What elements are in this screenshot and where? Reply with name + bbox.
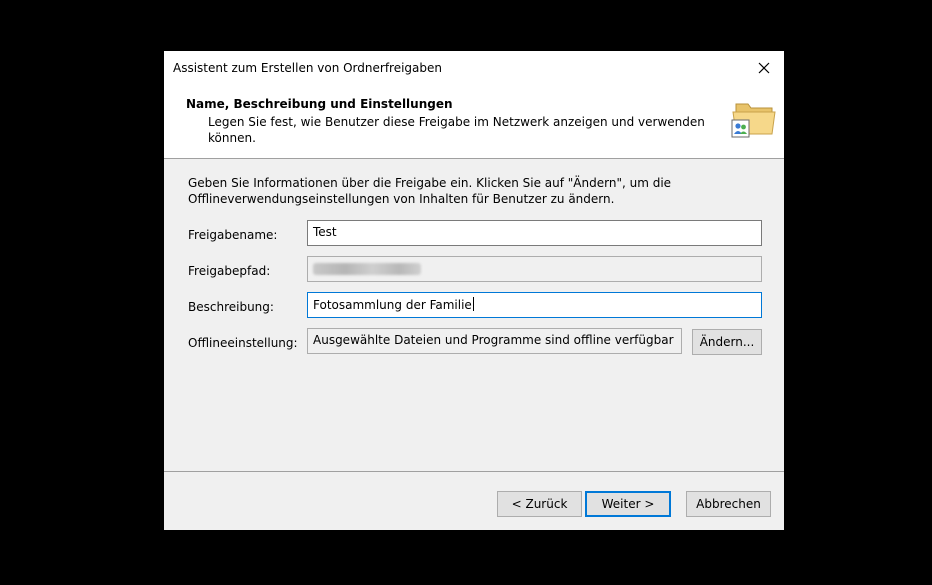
- offline-setting-field: Ausgewählte Dateien und Programme sind o…: [307, 328, 682, 354]
- share-path-label: Freigabepfad:: [188, 264, 271, 278]
- share-wizard-dialog: Assistent zum Erstellen von Ordnerfreiga…: [164, 51, 784, 530]
- page-title: Name, Beschreibung und Einstellungen: [186, 97, 453, 111]
- offline-setting-value: Ausgewählte Dateien und Programme sind o…: [313, 333, 674, 347]
- close-button[interactable]: [750, 55, 778, 81]
- title-bar: Assistent zum Erstellen von Ordnerfreiga…: [164, 51, 784, 86]
- cancel-button[interactable]: Abbrechen: [686, 491, 771, 517]
- screen: { "dialog": { "title": "Assistent zum Er…: [0, 0, 932, 585]
- offline-setting-label: Offlineeinstellung:: [188, 336, 298, 350]
- description-value: Fotosammlung der Familie: [313, 298, 472, 312]
- footer-separator: [164, 471, 784, 472]
- description-input[interactable]: Fotosammlung der Familie: [307, 292, 762, 318]
- page-subtitle: Legen Sie fest, wie Benutzer diese Freig…: [208, 115, 705, 145]
- shared-folder-icon: [731, 103, 776, 138]
- share-path-redacted: [313, 263, 421, 275]
- share-name-value: Test: [313, 225, 337, 239]
- close-icon: [758, 62, 770, 74]
- next-button[interactable]: Weiter >: [585, 491, 671, 517]
- description-label: Beschreibung:: [188, 300, 274, 314]
- share-name-label: Freigabename:: [188, 228, 278, 242]
- text-caret: [472, 297, 474, 311]
- share-path-field: [307, 256, 762, 282]
- share-name-input[interactable]: Test: [307, 220, 762, 246]
- wizard-header: Name, Beschreibung und Einstellungen Leg…: [164, 86, 784, 159]
- back-button[interactable]: < Zurück: [497, 491, 582, 517]
- window-title: Assistent zum Erstellen von Ordnerfreiga…: [173, 61, 443, 75]
- intro-text: Geben Sie Informationen über die Freigab…: [188, 176, 672, 206]
- change-button[interactable]: Ändern...: [692, 329, 762, 355]
